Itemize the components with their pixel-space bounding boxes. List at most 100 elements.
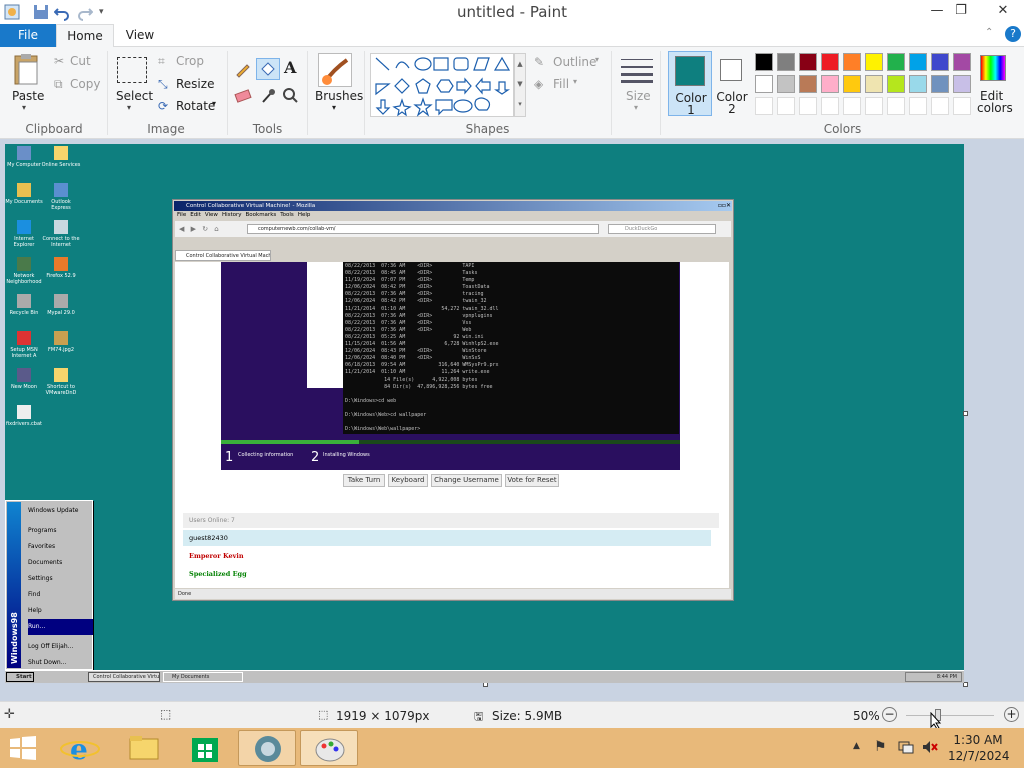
desktop-icon[interactable]: fixdrivers.cbat bbox=[4, 405, 44, 427]
rotate-button[interactable]: Rotate bbox=[176, 99, 215, 113]
user-list-item[interactable]: Emperor Kevin bbox=[183, 548, 711, 564]
rotate-dropdown-icon[interactable]: ▾ bbox=[212, 99, 216, 108]
taskbar-time[interactable]: 1:30 AM bbox=[948, 733, 1008, 747]
palette-custom-swatch[interactable] bbox=[953, 97, 971, 115]
start-menu-item[interactable]: Favorites bbox=[28, 539, 93, 555]
win98-taskbar-documents[interactable]: My Documents bbox=[163, 672, 243, 682]
network-icon[interactable] bbox=[898, 739, 914, 755]
zoom-in-button[interactable]: + bbox=[1004, 707, 1019, 722]
palette-swatch[interactable] bbox=[777, 53, 795, 71]
paste-button[interactable]: Paste bbox=[12, 89, 44, 103]
brushes-icon[interactable] bbox=[318, 53, 352, 87]
edit-colors-button-line2[interactable]: colors bbox=[977, 101, 1013, 115]
palette-custom-swatch[interactable] bbox=[865, 97, 883, 115]
outline-button[interactable]: Outline bbox=[553, 55, 596, 69]
fill-icon[interactable] bbox=[256, 58, 280, 80]
collapse-ribbon-icon[interactable]: ⌃ bbox=[985, 27, 1001, 43]
browser-menu-item[interactable]: File bbox=[177, 212, 186, 218]
zoom-out-button[interactable]: − bbox=[882, 707, 897, 722]
zoom-slider-track[interactable] bbox=[906, 715, 994, 716]
file-explorer-icon[interactable] bbox=[118, 730, 168, 766]
desktop-icon[interactable]: Setup MSN Internet A bbox=[4, 331, 44, 359]
select-icon[interactable] bbox=[117, 57, 147, 83]
paint-taskbar-icon[interactable] bbox=[300, 730, 358, 766]
palette-swatch[interactable] bbox=[887, 75, 905, 93]
volume-muted-icon[interactable] bbox=[922, 739, 938, 755]
help-icon[interactable]: ? bbox=[1005, 26, 1021, 42]
browser-controls[interactable]: ▫▫✕ bbox=[709, 202, 731, 210]
store-icon[interactable] bbox=[180, 730, 230, 766]
start-menu-item[interactable]: Programs bbox=[28, 523, 93, 539]
resize-button[interactable]: Resize bbox=[176, 77, 214, 91]
take-turn-button[interactable]: Take Turn bbox=[343, 474, 385, 487]
palette-swatch[interactable] bbox=[887, 53, 905, 71]
desktop-icon[interactable]: New Moon bbox=[4, 368, 44, 390]
text-icon[interactable]: A bbox=[284, 58, 296, 77]
browser-menu-item[interactable]: Edit bbox=[190, 212, 201, 218]
desktop-icon[interactable]: Outlook Express bbox=[41, 183, 81, 211]
url-bar[interactable]: computernewb.com/collab-vm/ bbox=[247, 224, 599, 234]
win98-taskbar-browser[interactable]: Control Collaborative Virtua... bbox=[88, 672, 160, 682]
tab-file[interactable]: File bbox=[0, 24, 56, 47]
browser-menu-item[interactable]: History bbox=[222, 212, 242, 218]
start-menu-item[interactable]: Settings bbox=[28, 571, 93, 587]
palette-swatch[interactable] bbox=[799, 75, 817, 93]
pencil-icon[interactable] bbox=[234, 60, 252, 78]
desktop-icon[interactable]: Shortcut to VMwareDnD bbox=[41, 368, 81, 396]
palette-swatch[interactable] bbox=[821, 75, 839, 93]
command-prompt-output[interactable]: 08/22/2013 07:36 AM <DIR> TAPI 08/22/2013… bbox=[343, 262, 679, 434]
browser-menu-item[interactable]: View bbox=[205, 212, 218, 218]
desktop-icon[interactable]: FM74.jpg2 bbox=[41, 331, 81, 353]
desktop-icon[interactable]: Mypal 29.0 bbox=[41, 294, 81, 316]
start-button-icon[interactable] bbox=[10, 736, 36, 760]
paste-icon[interactable] bbox=[12, 53, 40, 85]
start-menu-item[interactable]: Run... bbox=[28, 619, 93, 635]
palette-swatch[interactable] bbox=[865, 75, 883, 93]
desktop-icon[interactable]: Internet Explorer bbox=[4, 220, 44, 248]
user-list-item[interactable]: Specialized Egg bbox=[183, 566, 711, 582]
palette-swatch[interactable] bbox=[865, 53, 883, 71]
search-box[interactable]: DuckDuckGo bbox=[608, 224, 716, 234]
shapes-gallery[interactable] bbox=[370, 53, 514, 117]
desktop-icon[interactable]: Recycle Bin bbox=[4, 294, 44, 316]
browser-tab[interactable]: Control Collaborative Virtual Machine! bbox=[175, 250, 271, 261]
palette-swatch[interactable] bbox=[799, 53, 817, 71]
palette-custom-swatch[interactable] bbox=[777, 97, 795, 115]
browser-menu-item[interactable]: Bookmarks bbox=[246, 212, 277, 218]
palette-swatch[interactable] bbox=[755, 75, 773, 93]
change-username-button[interactable]: Change Username bbox=[431, 474, 502, 487]
size-icon[interactable] bbox=[621, 57, 653, 83]
vmware-icon[interactable] bbox=[238, 730, 296, 766]
brushes-button[interactable]: Brushes bbox=[315, 89, 363, 103]
color-picker-icon[interactable] bbox=[260, 87, 276, 105]
shapes-scroll[interactable]: ▲ ▼ ▾ bbox=[514, 53, 526, 117]
start-menu-item[interactable]: Documents bbox=[28, 555, 93, 571]
maximize-button[interactable]: ❐ bbox=[946, 0, 976, 22]
action-center-flag-icon[interactable]: ⚑ bbox=[874, 739, 887, 755]
fill-button[interactable]: Fill bbox=[553, 77, 569, 91]
edit-colors-icon[interactable] bbox=[980, 55, 1006, 81]
start-menu-item[interactable]: Help bbox=[28, 603, 93, 619]
palette-custom-swatch[interactable] bbox=[887, 97, 905, 115]
resize-handle-right[interactable] bbox=[963, 411, 968, 416]
magnifier-icon[interactable] bbox=[283, 87, 299, 105]
desktop-icon[interactable]: Online Services bbox=[41, 146, 81, 168]
select-dropdown-icon[interactable]: ▾ bbox=[127, 103, 131, 112]
start-menu-item[interactable]: Windows Update bbox=[28, 503, 93, 519]
palette-custom-swatch[interactable] bbox=[821, 97, 839, 115]
palette-custom-swatch[interactable] bbox=[799, 97, 817, 115]
start-menu-item[interactable]: Find bbox=[28, 587, 93, 603]
start-menu-item[interactable]: Log Off Elijah... bbox=[28, 639, 93, 655]
crop-button[interactable]: Crop bbox=[176, 54, 204, 68]
browser-menu-item[interactable]: Tools bbox=[280, 212, 294, 218]
close-button[interactable]: ✕ bbox=[983, 0, 1023, 22]
internet-explorer-icon[interactable]: e bbox=[56, 730, 106, 766]
palette-custom-swatch[interactable] bbox=[931, 97, 949, 115]
palette-swatch[interactable] bbox=[755, 53, 773, 71]
desktop-icon[interactable]: My Documents bbox=[4, 183, 44, 205]
palette-swatch[interactable] bbox=[777, 75, 795, 93]
color2-selector[interactable]: Color 2 bbox=[712, 51, 752, 116]
desktop-icon[interactable]: Network Neighborhood bbox=[4, 257, 44, 285]
keyboard-button[interactable]: Keyboard bbox=[388, 474, 428, 487]
palette-custom-swatch[interactable] bbox=[843, 97, 861, 115]
